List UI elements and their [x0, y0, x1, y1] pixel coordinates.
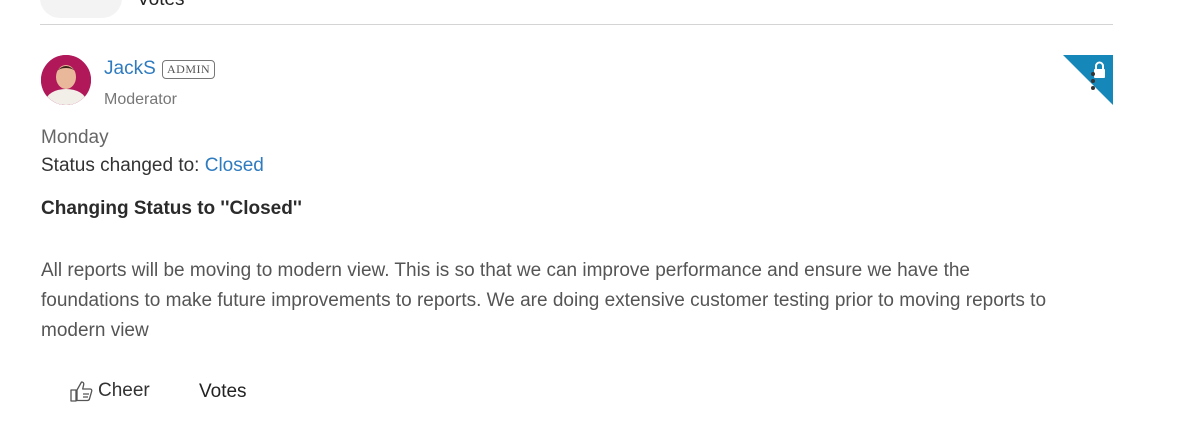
cheer-button[interactable]: Cheer	[68, 378, 150, 404]
status-change-line: Status changed to: Closed	[41, 155, 264, 177]
post-divider	[40, 24, 1113, 25]
status-prefix: Status changed to:	[41, 155, 205, 176]
post-date: Monday	[41, 127, 109, 148]
previous-votes-label[interactable]: Votes	[137, 0, 185, 11]
kebab-menu-icon[interactable]	[1088, 72, 1098, 94]
status-value-link[interactable]: Closed	[205, 155, 264, 176]
admin-badge: ADMIN	[162, 60, 216, 79]
previous-cheer-button[interactable]	[40, 0, 122, 18]
thumbs-up-icon	[70, 381, 93, 402]
cheer-label: Cheer	[98, 380, 150, 401]
author-role: Moderator	[104, 91, 177, 108]
post-page: Votes JackS ADMIN Moderator Monday Statu…	[0, 0, 1189, 436]
post-body: All reports will be moving to modern vie…	[41, 260, 1047, 341]
avatar[interactable]	[41, 55, 91, 105]
post-title: Changing Status to ''Closed''	[41, 198, 302, 219]
author-name-link[interactable]: JackS	[104, 58, 156, 80]
previous-post-actions: Votes	[40, 0, 1113, 24]
votes-button[interactable]: Votes	[199, 381, 247, 403]
avatar-image	[41, 55, 91, 105]
